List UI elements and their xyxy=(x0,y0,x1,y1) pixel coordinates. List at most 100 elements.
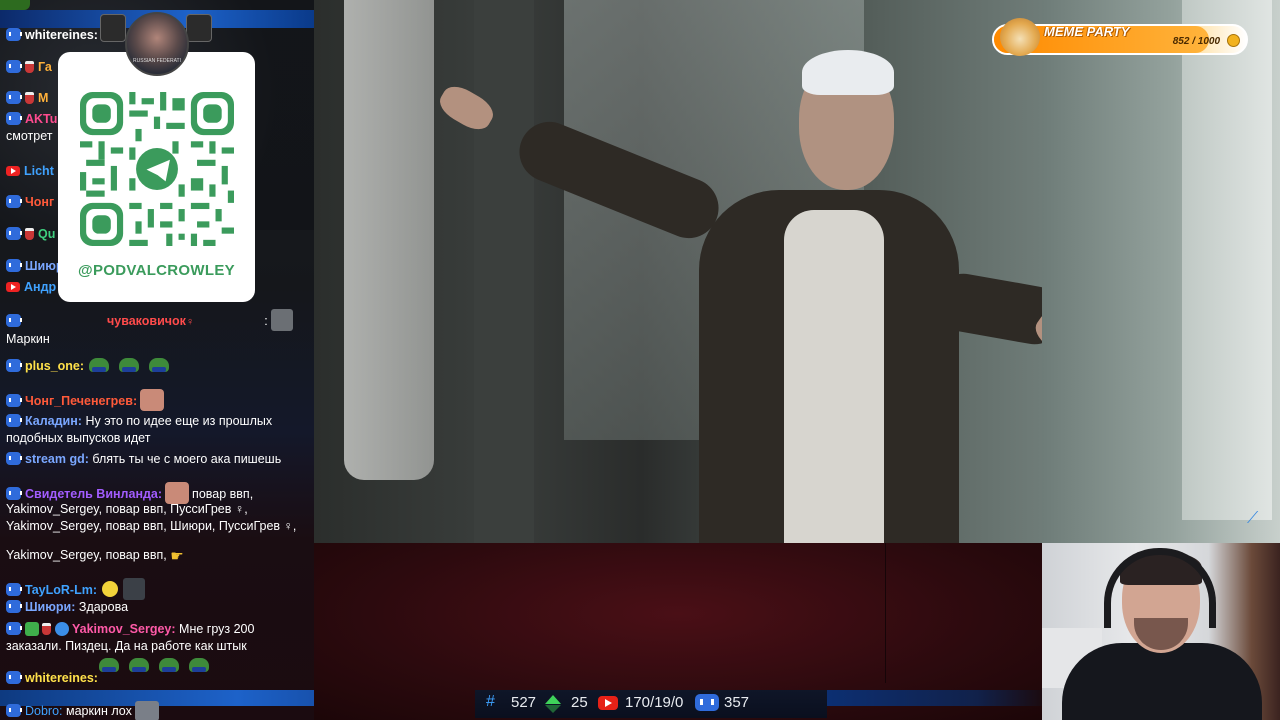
chat-nick: AKTu xyxy=(25,112,58,126)
stat-hash-count: 527 xyxy=(511,694,537,711)
chat-corner-accent xyxy=(0,0,30,10)
chat-message-line: Yakimov_Sergey, повар ввп, Шиюри, ПуссиГ… xyxy=(6,518,296,535)
bottom-bar-right xyxy=(827,690,1042,706)
banner-divider xyxy=(885,543,886,683)
chat-text: смотрет xyxy=(6,129,53,143)
chat-nick: Андр xyxy=(24,280,57,294)
vk-badge-icon xyxy=(6,91,22,104)
chat-message: М xyxy=(6,90,48,107)
chat-nick: Га xyxy=(38,60,52,74)
vk-badge-icon xyxy=(6,314,22,327)
vk-badge-icon xyxy=(6,195,22,208)
chat-text: Yakimov_Sergey, повар ввп, xyxy=(6,548,167,562)
chat-text: блять ты че с моего ака пишешь xyxy=(92,452,282,466)
vk-badge-icon xyxy=(6,359,22,372)
frog-emote xyxy=(119,358,140,372)
chat-nick: Каладин: xyxy=(25,414,82,428)
chat-message: plus_one: xyxy=(6,358,174,375)
frog-emote xyxy=(189,658,209,672)
chat-nick: whitereines: xyxy=(25,671,98,685)
streamer-avatar: RUSSIAN FEDERATI xyxy=(125,12,189,76)
vk-badge-icon xyxy=(6,704,22,717)
headphones-icon xyxy=(1104,548,1216,628)
chat-nick: М xyxy=(38,91,49,105)
cup-badge-icon xyxy=(25,92,34,104)
telegram-qr-card[interactable]: @PODVALCROWLEY xyxy=(58,52,255,302)
person-shirt xyxy=(784,210,884,543)
emote-image xyxy=(140,389,165,411)
chat-nick: whitereines: xyxy=(25,28,98,42)
chat-message: Licht xyxy=(6,163,54,180)
chat-message: TayLoR-Lm: xyxy=(6,578,148,600)
coin-icon xyxy=(1227,34,1240,47)
verified-badge-icon xyxy=(55,622,69,636)
emote-image xyxy=(134,701,159,720)
chat-text: маркин лох xyxy=(66,704,132,718)
chat-nick: plus_one: xyxy=(25,359,85,373)
vk-badge-icon xyxy=(6,259,22,272)
emote-image xyxy=(270,309,293,331)
chat-nick: Чонг_Печенегрев: xyxy=(25,394,138,408)
emote-image xyxy=(123,578,146,600)
chat-message-line: Yakimov_Sergey, повар ввп, ☛ xyxy=(6,547,184,565)
chat-message: Чонг_Печенегрев: xyxy=(6,389,167,411)
chat-message: stream gd: блять ты че с моего ака пишеш… xyxy=(6,451,281,468)
video-player[interactable] xyxy=(314,0,1042,543)
chat-nick: Чонг xyxy=(25,195,55,209)
youtube-badge-icon xyxy=(6,282,20,292)
chat-nick: Dobro: xyxy=(25,704,63,718)
chat-message: Yakimov_Sergey: Мне груз 200 заказали. П… xyxy=(6,621,310,655)
webcam-feed xyxy=(1042,543,1280,720)
cup-badge-icon xyxy=(25,228,34,240)
chat-nick: TayLoR-Lm: xyxy=(25,583,97,597)
vk-badge-icon xyxy=(6,28,22,41)
chat-nick: Licht xyxy=(24,164,54,178)
chat-message: Каладин: Ну это по идее еще из прошлых п… xyxy=(6,413,310,447)
chat-nick: чуваковичок xyxy=(107,314,186,328)
frog-emote xyxy=(149,358,170,372)
chat-message: Шиюр xyxy=(6,258,64,275)
vk-badge-icon xyxy=(6,583,22,596)
check-badge-icon xyxy=(25,622,39,636)
youtube-icon xyxy=(598,696,618,710)
pointing-hand-emote: ☛ xyxy=(170,548,184,565)
door-frame xyxy=(474,0,534,543)
frog-emote xyxy=(99,658,119,672)
stat-vk-count: 357 xyxy=(724,694,750,711)
meme-party-title: MEME PARTY xyxy=(1044,24,1130,39)
qr-code xyxy=(80,92,234,246)
chat-message: Qu xyxy=(6,226,55,243)
arrow-up-icon xyxy=(545,695,561,713)
vk-badge-icon xyxy=(6,414,22,427)
chat-message: Чонг xyxy=(6,194,54,211)
doge-icon xyxy=(1000,18,1040,56)
vk-badge-icon xyxy=(6,487,22,500)
chat-message: whitereines: xyxy=(6,27,98,44)
chat-message: чуваковичок♀: Маркин xyxy=(6,309,296,348)
chat-message: Андр xyxy=(6,279,56,296)
chat-nick: stream gd: xyxy=(25,452,89,466)
chat-message: Dobro: маркин лох xyxy=(6,701,162,720)
emote-image xyxy=(186,14,212,42)
telegram-handle: @PODVALCROWLEY xyxy=(78,262,235,279)
chat-nick: Yakimov_Sergey: xyxy=(72,622,176,636)
vk-badge-icon xyxy=(6,600,22,613)
video-right-panel: ⟋ xyxy=(1042,0,1280,543)
vk-badge-icon xyxy=(6,671,22,684)
vk-icon xyxy=(695,694,719,711)
vk-badge-icon xyxy=(6,112,22,125)
vk-badge-icon xyxy=(6,227,22,240)
chat-nick: Свидетель Винланда: xyxy=(25,487,163,501)
vk-badge-icon xyxy=(6,394,22,407)
left-curtain xyxy=(344,0,434,480)
emote-image xyxy=(100,14,126,42)
frog-emote xyxy=(89,358,110,372)
chat-nick: Qu xyxy=(38,227,56,241)
chat-message: AKTu смотрет xyxy=(6,111,57,145)
chat-message: Га xyxy=(6,59,52,76)
hash-icon: # xyxy=(486,693,495,710)
chat-message-line: Yakimov_Sergey, повар ввп, ПуссиГрев ♀, xyxy=(6,501,248,518)
vk-badge-icon xyxy=(6,452,22,465)
vk-badge-icon xyxy=(6,60,22,73)
stat-up-count: 25 xyxy=(571,694,588,711)
